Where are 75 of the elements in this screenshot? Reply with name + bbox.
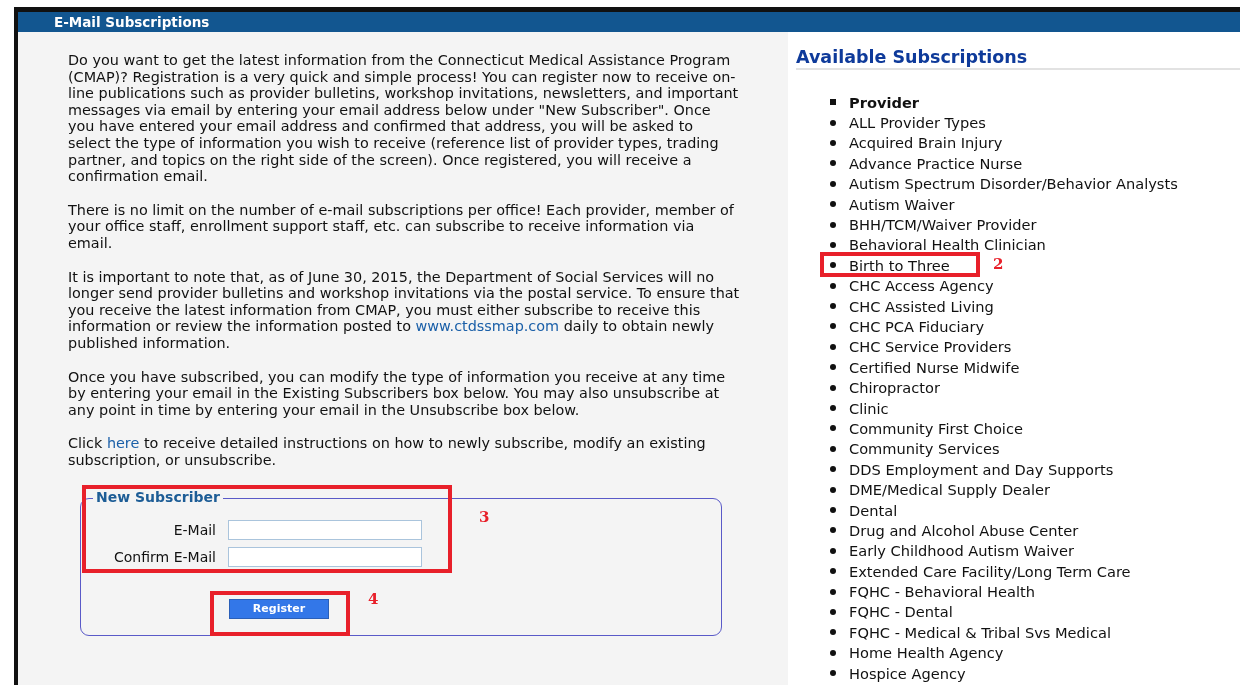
bullet-icon: [830, 241, 836, 248]
subscription-item: FQHC - Behavioral Health: [849, 583, 1035, 601]
subscription-item: Drug and Alcohol Abuse Center: [849, 521, 1079, 539]
subscription-item: FQHC - Medical & Tribal Svs Medical: [849, 623, 1111, 641]
subscription-item: Birth to Three: [849, 256, 950, 274]
subscription-item: Chiropractor: [849, 379, 940, 397]
bullet-icon: [830, 425, 836, 432]
subscription-item: BHH/TCM/Waiver Provider: [849, 216, 1037, 234]
bullet-icon: [830, 282, 836, 289]
subscription-item: Autism Spectrum Disorder/Behavior Analysts: [849, 175, 1178, 193]
subscription-item: Hospice Agency: [849, 664, 966, 682]
bullet-icon: [830, 588, 836, 595]
link[interactable]: www.ctdssmap.com: [415, 318, 560, 335]
subscription-item: CHC Access Agency: [849, 277, 994, 295]
bullet-icon: [830, 343, 836, 350]
bullet-icon: [830, 445, 836, 452]
subscription-item: Community First Choice: [849, 419, 1023, 437]
bullet-icon: [830, 649, 836, 656]
subscription-item: CHC PCA Fiduciary: [849, 318, 985, 335]
subscription-item: Extended Care Facility/Long Term Care: [849, 562, 1131, 580]
bullet-icon: [830, 139, 836, 146]
subscription-item: Autism Waiver: [849, 195, 955, 213]
field-label: E-Mail: [172, 521, 216, 538]
paragraph: Click here to receive detailed instructions on how to newly subscribe, modify an existing subscription, or unsubscribe.: [68, 435, 707, 469]
section-title: Available Subscriptions: [796, 47, 1240, 70]
input-field[interactable]: [228, 546, 422, 567]
bullet-icon: [830, 201, 836, 208]
link[interactable]: here: [106, 435, 140, 452]
subscription-item: Advance Practice Nurse: [849, 154, 1023, 172]
bullet-icon: [830, 364, 836, 371]
subscription-item: FQHC - Dental: [849, 603, 953, 621]
bullet-icon: [830, 629, 836, 636]
paragraph: There is no limit on the number of e-mail subscriptions per office! Each provider, member of your office staff, enrollment support staff, etc. can subscribe to receive information via email.: [68, 201, 735, 252]
bullet-icon: [830, 405, 836, 412]
subscription-item: DME/Medical Supply Dealer: [849, 481, 1051, 499]
bullet-icon: [830, 160, 836, 167]
annotation-number: 4: [368, 590, 379, 609]
annotation-number: 2: [993, 255, 1004, 274]
subscription-item: Dental: [849, 501, 898, 519]
subscription-item: Provider: [849, 93, 919, 111]
subscription-item: ALL Provider Types: [849, 114, 986, 132]
paragraph: It is important to note that, as of June 30, 2015, the Department of Social Services will no longer send provider bulletins and workshop invitations via the postal service. To ensure that you receive the latest information from CMAP, you must either subscribe to receive this information or review the information posted to www.ctdssmap.com daily to obtain newly published information.: [68, 268, 740, 352]
bullet-icon: [830, 180, 836, 187]
bullet-icon: [830, 486, 836, 493]
bullet-icon: [830, 608, 836, 615]
input-field[interactable]: [228, 519, 422, 540]
subscription-item: Acquired Brain Injury: [849, 134, 1003, 152]
paragraph: Do you want to get the latest information from the Connecticut Medical Assistance Program (CMAP)? Registration is a very quick and simple process! You can register now to receive on-line publications such as provider bulletins, workshop invitations, newsletters, and important messages via email by entering your email address below under "New Subscriber". Once you have entered your email address and confirmed that address, you will be asked to select the type of information you wish to receive (reference list of provider types, trading partner, and topics on the right side of the screen). Once registered, you will receive a confirmation email.: [68, 52, 740, 185]
register-button[interactable]: Register: [229, 598, 329, 619]
bullet-icon: [830, 507, 836, 513]
subscription-item: DDS Employment and Day Supports: [849, 460, 1114, 478]
annotation-number: 3: [479, 508, 490, 527]
bullet-icon: [830, 527, 836, 534]
field-label: Confirm E-Mail: [113, 548, 216, 565]
bullet-icon: [830, 262, 836, 269]
bullet-icon: [830, 384, 836, 391]
square-bullet-icon: [830, 99, 836, 106]
bullet-icon: [830, 568, 836, 575]
page-title: E-Mail Subscriptions: [54, 14, 210, 30]
subscription-item: Early Childhood Autism Waiver: [849, 542, 1074, 560]
subscription-item: CHC Assisted Living: [849, 297, 994, 315]
bullet-icon: [830, 547, 836, 554]
bullet-icon: [830, 670, 836, 677]
subscription-item: CHC Service Providers: [849, 338, 1012, 356]
subscription-item: Clinic: [849, 399, 889, 417]
subscription-item: Home Health Agency: [849, 644, 1004, 662]
bullet-icon: [830, 119, 836, 126]
paragraph: Once you have subscribed, you can modify the type of information you receive at any time by entering your email in the Existing Subscribers box below. You may also unsubscribe at any point in time by entering your email in the Unsubscribe box below.: [68, 368, 727, 419]
subscription-item: Community Services: [849, 440, 1000, 458]
bullet-icon: [830, 221, 836, 228]
bullet-icon: [830, 303, 836, 310]
bullet-icon: [830, 466, 836, 473]
bullet-icon: [830, 323, 836, 330]
subscription-item: Certified Nurse Midwife: [849, 358, 1020, 376]
subscription-item: Behavioral Health Clinician: [849, 236, 1046, 254]
